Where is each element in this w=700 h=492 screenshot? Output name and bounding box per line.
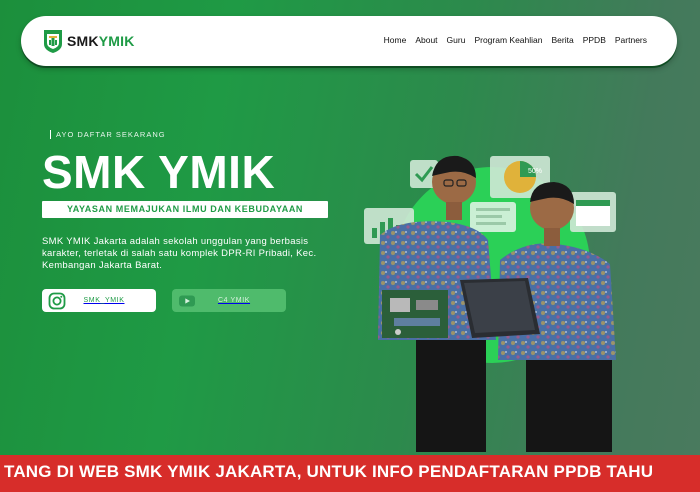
brand-name-part2: YMIK	[98, 33, 135, 49]
nav-home[interactable]: Home	[384, 35, 407, 45]
instagram-button[interactable]: SMK_YMIK	[42, 289, 156, 312]
brand-name-part1: SMK	[67, 33, 99, 49]
hero-ribbon: YAYASAN MEMAJUKAN ILMU DAN KEBUDAYAAN	[42, 201, 328, 218]
calendar-card-icon	[570, 192, 616, 232]
brand-name: SMKYMIK	[67, 33, 135, 49]
nav-about[interactable]: About	[415, 35, 437, 45]
hero-eyebrow: AYO DAFTAR SEKARANG	[50, 130, 166, 139]
brand[interactable]: SMKYMIK	[43, 28, 135, 54]
instagram-label: SMK_YMIK	[83, 297, 125, 304]
document-card-icon	[470, 202, 516, 232]
navbar: SMKYMIK Home About Guru Program Keahlian…	[21, 16, 677, 66]
nav-ppdb[interactable]: PPDB	[583, 35, 606, 45]
svg-text:50%: 50%	[528, 168, 542, 175]
hero-title: SMK YMIK	[42, 146, 276, 198]
youtube-icon	[179, 295, 195, 306]
announcement-ticker: TANG DI WEB SMK YMIK JAKARTA, UNTUK INFO…	[0, 455, 700, 492]
ticker-text: TANG DI WEB SMK YMIK JAKARTA, UNTUK INFO…	[4, 462, 654, 481]
school-shield-logo-icon	[44, 30, 62, 53]
main-nav: Home About Guru Program Keahlian Berita …	[384, 35, 647, 45]
instagram-icon	[48, 292, 66, 309]
nav-berita[interactable]: Berita	[552, 35, 574, 45]
youtube-button[interactable]: C4 YMIK	[172, 289, 286, 312]
nav-program-keahlian[interactable]: Program Keahlian	[474, 35, 542, 45]
hero-description: SMK YMIK Jakarta adalah sekolah unggulan…	[42, 236, 317, 271]
students-hero-illustration: 50%	[364, 155, 616, 452]
nav-guru[interactable]: Guru	[447, 35, 466, 45]
nav-partners[interactable]: Partners	[615, 35, 647, 45]
youtube-label: C4 YMIK	[217, 297, 251, 304]
